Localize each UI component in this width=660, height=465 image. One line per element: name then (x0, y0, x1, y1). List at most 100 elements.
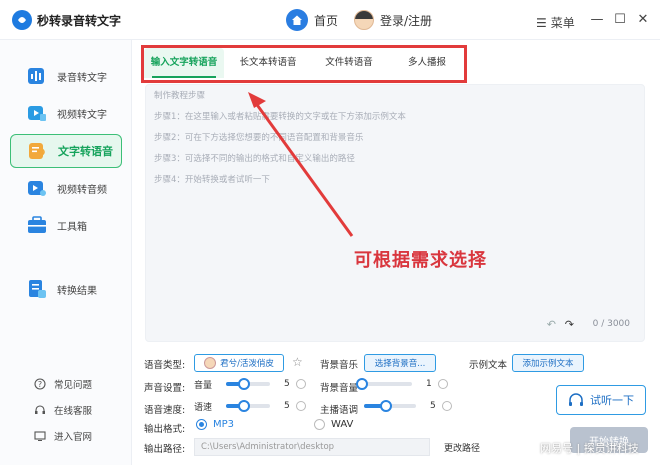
pitch-label: 主播语调 (320, 405, 359, 416)
char-counter: 0 / 3000 (592, 319, 630, 329)
annotation-text: 可根据需求选择 (354, 250, 487, 271)
speed-label: 语音速度: (144, 405, 186, 416)
tab-multi-speaker[interactable]: 多人播报 (394, 48, 460, 78)
redo-icon[interactable]: ↷ (565, 318, 574, 331)
sidebar-item-label: 录音转文字 (57, 72, 107, 84)
avatar (354, 10, 374, 30)
sidebar-item-label: 转换结果 (57, 285, 97, 297)
pitch-knob[interactable] (380, 400, 392, 412)
bgm-volume-slider[interactable]: 1 (356, 375, 448, 393)
maximize-button[interactable]: ☐ (613, 12, 627, 27)
voice-select-button[interactable]: 君兮/活泼俏皮 (194, 354, 284, 372)
bgm-volume-label: 背景音量 (320, 383, 359, 394)
app-logo-icon (12, 10, 32, 30)
tutorial-step: 步骤3：可选择不同的输出的格式和自定义输出的路径 (154, 154, 355, 164)
change-path-button[interactable]: 更改路径 (444, 441, 480, 454)
close-button[interactable]: ✕ (636, 12, 650, 27)
sidebar-item-label: 视频转文字 (57, 109, 107, 121)
sidebar-item-audio-to-text[interactable]: 录音转文字 (10, 59, 122, 93)
tab-text-to-speech[interactable]: 输入文字转语音 (144, 48, 224, 78)
speed-sub-label: 语速 (194, 402, 213, 413)
video-text-icon (27, 103, 47, 123)
undo-icon[interactable]: ↶ (547, 318, 556, 331)
sound-settings-label: 声音设置: (144, 383, 186, 394)
minimize-button[interactable]: — (590, 12, 604, 27)
reset-icon[interactable] (437, 379, 448, 389)
speed-slider[interactable]: 语速 5 (194, 397, 306, 415)
radio-dot (196, 419, 207, 430)
question-icon: ? (34, 378, 46, 390)
volume-value: 5 (284, 379, 290, 389)
reset-icon[interactable] (295, 379, 306, 389)
tutorial-step: 步骤2：可在下方选择您想要的不同语音配置和背景音乐 (154, 133, 364, 143)
home-nav-button[interactable]: 首页 (286, 8, 338, 32)
volume-track[interactable] (226, 378, 270, 390)
bgm-volume-knob[interactable] (356, 378, 368, 390)
tutorial-title: 制作教程步骤 (154, 91, 206, 101)
voice-type-label: 语音类型: (144, 360, 186, 371)
pitch-value: 5 (430, 401, 436, 411)
official-site-label: 进入官网 (54, 432, 93, 443)
monitor-icon (34, 431, 46, 441)
watermark: 网易号 | 探员讲科技 (540, 442, 639, 455)
example-text-label: 示例文本 (469, 360, 508, 371)
format-wav-radio[interactable]: WAV (314, 419, 353, 430)
bgm-volume-track[interactable] (356, 378, 412, 390)
bgm-label: 背景音乐 (320, 360, 359, 371)
sidebar-item-video-to-text[interactable]: 视频转文字 (10, 96, 122, 130)
home-label: 首页 (314, 13, 339, 28)
online-service-label: 在线客服 (54, 406, 93, 417)
headphones-icon (569, 393, 583, 406)
listen-button[interactable]: 试听一下 (556, 385, 646, 415)
tab-long-text[interactable]: 长文本转语音 (230, 48, 306, 78)
speed-track[interactable] (226, 400, 270, 412)
favorite-star-icon[interactable]: ☆ (292, 355, 303, 369)
result-icon (27, 279, 47, 299)
login-register-button[interactable]: 登录/注册 (354, 8, 432, 32)
reset-icon[interactable] (441, 401, 452, 411)
radio-dot (314, 419, 325, 430)
sidebar-item-video-to-audio[interactable]: 视频转音频 (10, 171, 122, 205)
speed-knob[interactable] (238, 400, 250, 412)
text-speech-icon (28, 141, 48, 161)
select-bgm-button[interactable]: 选择背景音... (364, 354, 436, 372)
format-mp3-radio[interactable]: MP3 (196, 419, 234, 430)
voice-avatar-icon (204, 357, 217, 369)
home-icon (286, 9, 308, 31)
faq-link[interactable]: ? 常见问题 (34, 377, 92, 391)
add-example-button[interactable]: 添加示例文本 (512, 354, 584, 372)
official-site-link[interactable]: 进入官网 (34, 429, 92, 443)
voice-name: 君兮/活泼俏皮 (220, 359, 274, 369)
volume-label: 音量 (194, 380, 213, 391)
tutorial-step: 步骤1：在这里输入或者粘贴需要转换的文字或在下方添加示例文本 (154, 112, 406, 122)
faq-label: 常见问题 (54, 380, 93, 391)
login-label: 登录/注册 (380, 13, 433, 28)
sidebar-item-label: 工具箱 (57, 221, 87, 233)
text-input-area[interactable]: 制作教程步骤 步骤1：在这里输入或者粘贴需要转换的文字或在下方添加示例文本 步骤… (145, 84, 645, 342)
tab-file[interactable]: 文件转语音 (316, 48, 382, 78)
online-service-link[interactable]: 在线客服 (34, 403, 92, 417)
menu-button[interactable]: ☰ 菜单 (536, 14, 575, 31)
volume-knob[interactable] (238, 378, 250, 390)
video-audio-icon (27, 178, 47, 198)
toolbox-icon (27, 215, 47, 235)
sidebar-item-label: 视频转音频 (57, 184, 107, 196)
volume-slider[interactable]: 音量 5 (194, 375, 306, 393)
headset-icon (35, 405, 45, 414)
listen-label: 试听一下 (590, 394, 634, 407)
sidebar-item-text-to-speech[interactable]: 文字转语音 (10, 134, 122, 168)
pitch-slider[interactable]: 5 (364, 397, 452, 415)
speed-value: 5 (284, 401, 290, 411)
reset-icon[interactable] (295, 401, 306, 411)
bgm-volume-value: 1 (426, 379, 432, 389)
menu-label: 菜单 (550, 16, 575, 30)
path-label: 输出路径: (144, 444, 186, 455)
sidebar-item-label: 文字转语音 (58, 145, 113, 158)
output-path-field[interactable]: C:\Users\Administrator\desktop (194, 438, 430, 456)
audio-wave-icon (27, 66, 47, 86)
sidebar-item-toolbox[interactable]: 工具箱 (10, 208, 122, 242)
format-mp3-label: MP3 (213, 419, 235, 430)
sidebar-item-results[interactable]: 转换结果 (10, 272, 122, 306)
pitch-track[interactable] (364, 400, 416, 412)
format-label: 输出格式: (144, 424, 186, 435)
